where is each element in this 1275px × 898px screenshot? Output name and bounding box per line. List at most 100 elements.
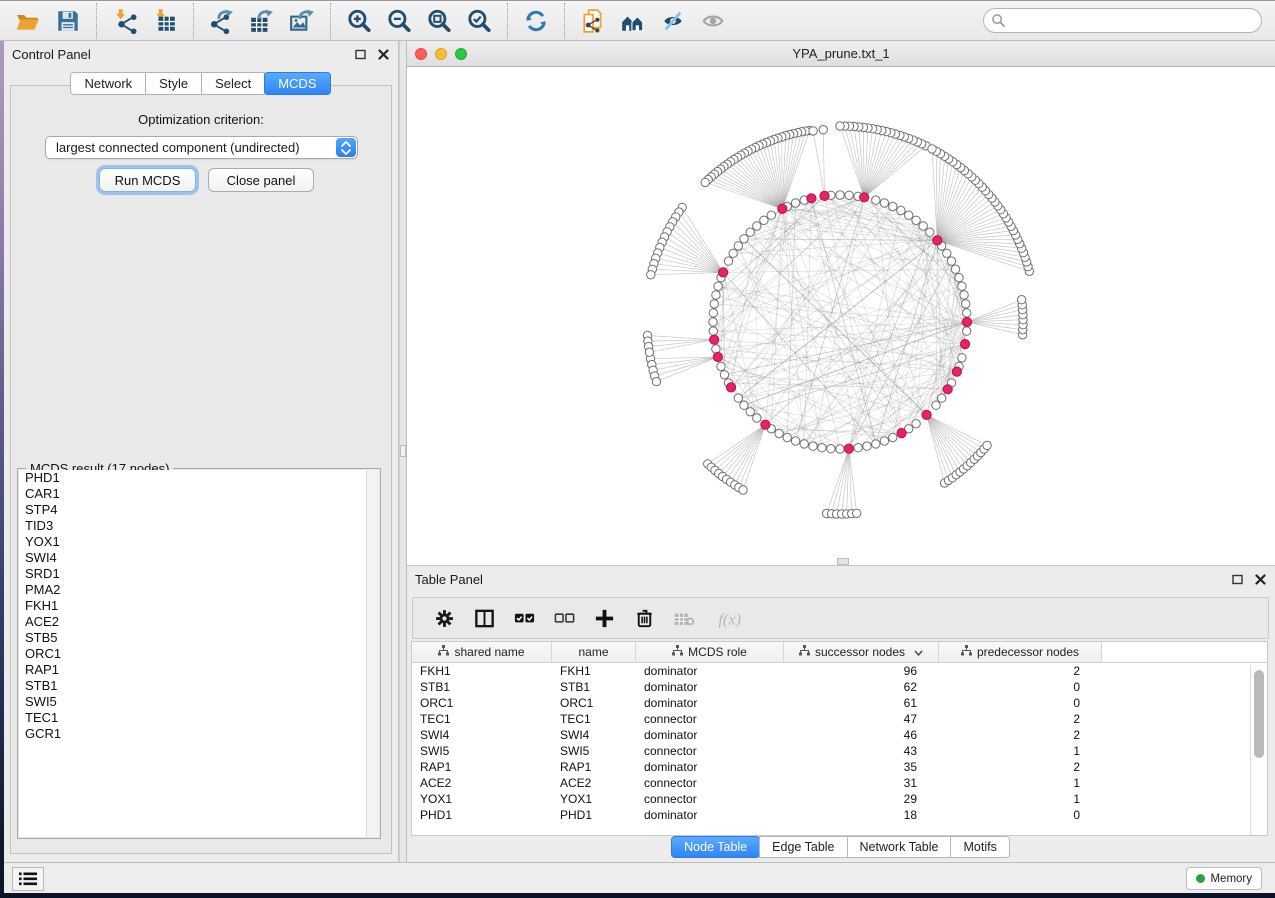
network-node[interactable] <box>962 300 970 308</box>
show-columns-panel-icon[interactable] <box>473 605 496 631</box>
network-node[interactable] <box>943 249 951 257</box>
mcds-hub-node[interactable] <box>943 385 952 394</box>
mcds-result-list[interactable]: PHD1CAR1STP4TID3YOX1SWI4SRD1PMA2FKH1ACE2… <box>19 470 379 837</box>
mcds-hub-node[interactable] <box>922 410 931 419</box>
column-header-MCDS-role[interactable]: MCDS role <box>636 642 784 663</box>
network-leaf-node[interactable] <box>983 441 991 449</box>
refresh-layout-icon[interactable] <box>519 5 553 37</box>
mcds-result-item[interactable]: SWI4 <box>19 550 379 566</box>
network-node[interactable] <box>710 300 718 308</box>
close-panel-icon[interactable] <box>1253 572 1267 586</box>
network-node[interactable] <box>760 216 768 224</box>
mcds-result-item[interactable]: PHD1 <box>19 470 379 486</box>
network-node[interactable] <box>912 216 920 224</box>
table-scrollbar[interactable] <box>1250 664 1267 835</box>
network-leaf-node[interactable] <box>1017 296 1025 304</box>
network-node[interactable] <box>955 273 963 281</box>
network-node[interactable] <box>863 442 871 450</box>
mcds-hub-node[interactable] <box>933 236 942 245</box>
table-row-RAP1[interactable]: RAP1RAP1dominator352 <box>412 759 1267 775</box>
mcds-hub-node[interactable] <box>860 193 869 202</box>
network-node[interactable] <box>947 257 955 265</box>
select-all-columns-icon[interactable] <box>513 605 536 631</box>
table-row-PHD1[interactable]: PHD1PHD1dominator180 <box>412 807 1267 823</box>
save-session-icon[interactable] <box>51 5 85 37</box>
network-node[interactable] <box>938 394 946 402</box>
network-node[interactable] <box>709 309 717 317</box>
mcds-result-item[interactable]: GCR1 <box>19 726 379 742</box>
network-node[interactable] <box>740 401 748 409</box>
zoom-fit-icon[interactable] <box>422 5 456 37</box>
network-leaf-node[interactable] <box>853 509 861 517</box>
network-node[interactable] <box>880 199 888 207</box>
mcds-result-item[interactable]: STB1 <box>19 678 379 694</box>
network-node[interactable] <box>791 199 799 207</box>
network-node[interactable] <box>889 202 897 210</box>
network-node[interactable] <box>767 211 775 219</box>
mcds-hub-node[interactable] <box>778 204 787 213</box>
import-network-icon[interactable] <box>108 5 142 37</box>
network-leaf-node[interactable] <box>647 271 655 279</box>
tab-select[interactable]: Select <box>201 72 265 95</box>
optimization-criterion-select[interactable]: largest connected component (undirected) <box>45 136 358 159</box>
column-header-shared-name[interactable]: shared name <box>412 642 552 663</box>
network-node[interactable] <box>951 265 959 273</box>
network-node[interactable] <box>734 242 742 250</box>
network-leaf-node[interactable] <box>819 126 827 134</box>
mcds-hub-node[interactable] <box>761 420 770 429</box>
network-leaf-node[interactable] <box>739 486 747 494</box>
mcds-result-item[interactable]: STP4 <box>19 502 379 518</box>
network-node[interactable] <box>712 345 720 353</box>
table-row-TEC1[interactable]: TEC1TEC1connector472 <box>412 711 1267 727</box>
network-node[interactable] <box>897 206 905 214</box>
network-node[interactable] <box>720 371 728 379</box>
memory-button[interactable]: Memory <box>1186 867 1262 890</box>
network-node[interactable] <box>753 222 761 230</box>
network-node[interactable] <box>753 414 761 422</box>
vertical-split-divider[interactable] <box>399 41 407 862</box>
network-node[interactable] <box>709 327 717 335</box>
result-list-scrollbar[interactable] <box>366 470 379 837</box>
network-node[interactable] <box>740 235 748 243</box>
mcds-hub-node[interactable] <box>897 429 906 438</box>
mcds-result-item[interactable]: SWI5 <box>19 694 379 710</box>
mcds-hub-node[interactable] <box>820 191 829 200</box>
network-node[interactable] <box>827 445 835 453</box>
network-node[interactable] <box>729 249 737 257</box>
deselect-all-columns-icon[interactable] <box>553 605 576 631</box>
open-file-icon[interactable] <box>11 5 45 37</box>
tab-style[interactable]: Style <box>145 72 202 95</box>
network-node[interactable] <box>912 420 920 428</box>
close-panel-button[interactable]: Close panel <box>208 168 314 192</box>
first-neighbors-icon[interactable] <box>616 5 650 37</box>
network-leaf-node[interactable] <box>809 127 817 135</box>
network-leaf-node[interactable] <box>836 122 844 130</box>
network-node[interactable] <box>809 442 817 450</box>
mcds-hub-node[interactable] <box>952 367 961 376</box>
network-node[interactable] <box>845 191 853 199</box>
mcds-result-item[interactable]: TEC1 <box>19 710 379 726</box>
zoom-selected-icon[interactable] <box>462 5 496 37</box>
hide-graphics-details-icon[interactable] <box>656 5 690 37</box>
network-node[interactable] <box>791 437 799 445</box>
float-panel-icon[interactable] <box>1230 572 1244 586</box>
table-row-SWI4[interactable]: SWI4SWI4dominator462 <box>412 727 1267 743</box>
network-node[interactable] <box>905 211 913 219</box>
table-row-SWI5[interactable]: SWI5SWI5connector431 <box>412 743 1267 759</box>
network-node[interactable] <box>958 282 966 290</box>
network-node[interactable] <box>926 228 934 236</box>
mcds-hub-node[interactable] <box>807 194 816 203</box>
table-row-ACE2[interactable]: ACE2ACE2connector311 <box>412 775 1267 791</box>
mcds-result-item[interactable]: SRD1 <box>19 566 379 582</box>
column-header-name[interactable]: name <box>552 642 636 663</box>
network-node[interactable] <box>836 445 844 453</box>
network-leaf-node[interactable] <box>701 178 709 186</box>
network-node[interactable] <box>746 408 754 416</box>
table-options-gear-icon[interactable] <box>433 605 456 631</box>
show-graphics-details-icon[interactable] <box>696 5 730 37</box>
network-node[interactable] <box>714 282 722 290</box>
mcds-result-item[interactable]: ORC1 <box>19 646 379 662</box>
network-node[interactable] <box>872 196 880 204</box>
export-table-icon[interactable] <box>245 5 279 37</box>
task-history-button[interactable] <box>12 867 44 891</box>
